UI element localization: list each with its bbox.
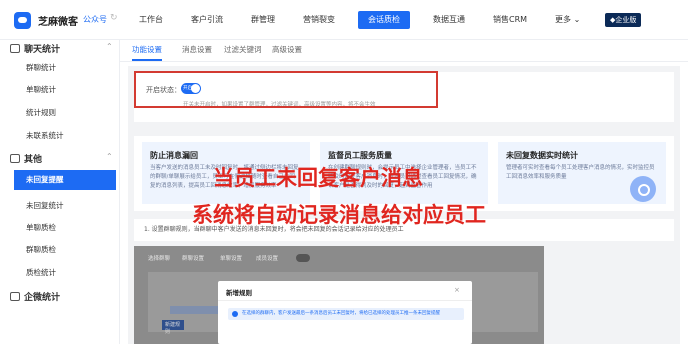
nav-data-sync[interactable]: 数据互通 [428,11,470,29]
feature-card-realtime-stats: 未回复数据实时统计 管理者可实时查看每个员工处理客户消息的情况，实时监控员工回消… [498,142,666,204]
nav-marketing-fission[interactable]: 营销裂变 [298,11,340,29]
tab-message-settings[interactable]: 消息设置 [182,44,212,55]
top-bar: 芝麻微客 公众号 ↻ 工作台 客户引流 群管理 营销裂变 会话质检 数据互通 销… [0,0,688,40]
info-icon [232,311,238,317]
tab-function-settings[interactable]: 功能设置 [132,44,162,61]
feature-title: 未回复数据实时统计 [506,151,578,160]
chat-stats-icon [10,44,20,53]
feature-title: 防止消息漏回 [150,151,198,160]
public-account-link[interactable]: 公众号 [83,14,107,25]
sidebar: 聊天统计 ⌃ 群聊统计 单聊统计 统计规则 未联系统计 其他 ⌃ 未回复提醒 未… [0,40,120,344]
bg-tab-group-settings: 群聊设置 [182,256,205,262]
tab-advanced-settings[interactable]: 高级设置 [272,44,302,55]
settings-tabs: 功能设置 消息设置 过滤关键词 高级设置 [120,40,688,62]
bg-toggle [296,254,310,262]
modal-title: 新增规则 [226,289,252,297]
bg-tab-select-group: 选择群聊 [148,256,171,262]
nav-workbench[interactable]: 工作台 [134,11,168,29]
feature-title: 监督员工服务质量 [328,151,392,160]
nav-more[interactable]: 更多 ⌄ [550,11,585,29]
overlay-caption-line2: 系统将自动记录消息给对应员工 [192,203,486,227]
background-tabs: 选择群聊 群聊设置 单聊设置 成员设置 [148,254,528,264]
bg-new-rule-button: 新建规则 [162,320,184,335]
modal-divider [218,300,472,301]
nav-sales-crm[interactable]: 销售CRM [488,11,532,29]
highlight-box [134,71,438,108]
wecom-stats-icon [10,292,20,301]
sidebar-item-uncontacted-stats[interactable]: 未联系统计 [26,130,64,141]
sidebar-group-chat-stats[interactable]: 聊天统计 ⌃ [10,42,113,55]
sidebar-item-single-chat-inspection[interactable]: 单聊质检 [26,222,56,233]
other-icon [10,154,20,163]
chevron-up-icon: ⌃ [106,42,113,51]
modal-info-text: 在选择的群聊内，客户发送最后一条消息后员工未回复时，将给已选择的处理员工推一条未… [242,311,440,316]
close-icon[interactable]: × [454,286,460,294]
clock-icon [630,176,656,202]
nav-customer-acquisition[interactable]: 客户引流 [186,11,228,29]
sidebar-item-unreplied-stats[interactable]: 未回复统计 [26,200,64,211]
new-rule-modal: 新增规则 × 在选择的群聊内，客户发送最后一条消息后员工未回复时，将给已选择的处… [218,281,472,344]
bg-tab-member-settings: 成员设置 [256,256,279,262]
chevron-up-icon: ⌃ [106,152,113,161]
sidebar-item-group-chat-stats[interactable]: 群聊统计 [26,62,56,73]
sidebar-item-group-chat-inspection[interactable]: 群聊质检 [26,244,56,255]
enterprise-badge[interactable]: ◆企业版 [605,13,642,27]
sidebar-item-inspection-stats[interactable]: 质检统计 [26,267,56,278]
history-icon[interactable]: ↻ [110,13,118,23]
brand-logo-icon [14,12,31,29]
bg-tab-single-settings: 单聊设置 [220,256,243,262]
sidebar-group-other[interactable]: 其他 ⌃ [10,152,113,165]
brand-name: 芝麻微客 [38,17,78,28]
nav-session-inspection[interactable]: 会话质检 [358,11,410,29]
sidebar-item-single-chat-stats[interactable]: 单聊统计 [26,84,56,95]
tab-filter-keywords[interactable]: 过滤关键词 [224,44,262,55]
overlay-caption-line1: 当员工未回复客户消息 [213,166,423,190]
sidebar-group-wecom-stats[interactable]: 企微统计 [10,290,60,303]
main-nav: 工作台 客户引流 群管理 营销裂变 会话质检 数据互通 销售CRM 更多 ⌄ [134,0,603,40]
modal-info-bar: 在选择的群聊内，客户发送最后一条消息后员工未回复时，将给已选择的处理员工推一条未… [228,308,464,320]
sidebar-item-stats-rules[interactable]: 统计规则 [26,107,56,118]
nav-group-management[interactable]: 群管理 [246,11,280,29]
sidebar-item-unreplied-reminder[interactable]: 未回复提醒 [14,170,116,190]
